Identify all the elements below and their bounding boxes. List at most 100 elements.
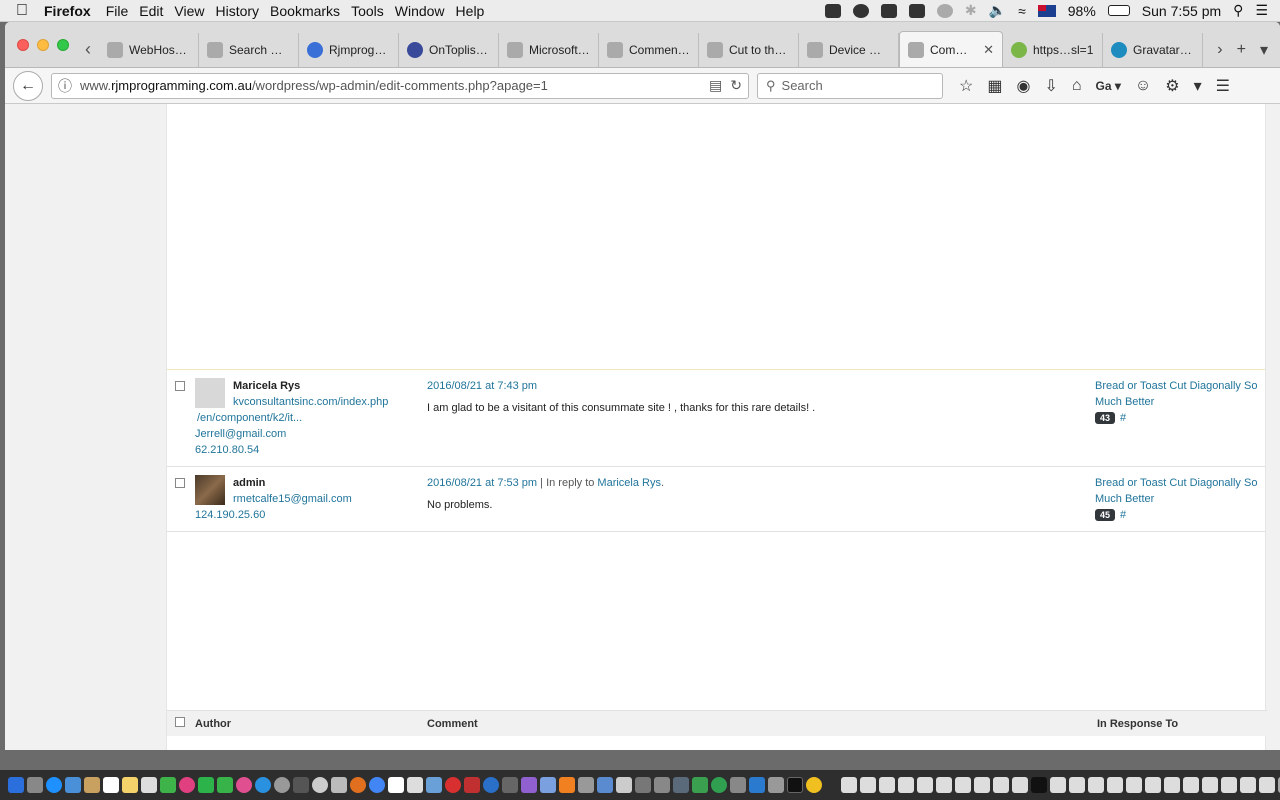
reminders-icon[interactable] [141, 777, 157, 793]
pocket-icon[interactable]: ◉ [1016, 76, 1030, 96]
app-icon[interactable] [597, 777, 613, 793]
menu-edit[interactable]: Edit [139, 3, 174, 19]
minimized-window-icon[interactable] [1164, 777, 1180, 793]
terminal-icon[interactable] [787, 777, 803, 793]
menu-view[interactable]: View [174, 3, 215, 19]
hamburger-menu-icon[interactable]: ☰ [1216, 76, 1230, 96]
minimized-window-icon[interactable] [860, 777, 876, 793]
bluetooth-icon[interactable]: ✱ [965, 2, 977, 19]
menu-app-firefox[interactable]: Firefox [44, 3, 102, 19]
minimized-window-icon[interactable] [1031, 777, 1047, 793]
search-input[interactable]: ⚲ Search [757, 72, 943, 99]
menu-file[interactable]: File [106, 3, 140, 19]
contacts-icon[interactable] [84, 777, 100, 793]
utility-icon[interactable] [293, 777, 309, 793]
minimized-window-icon[interactable] [1069, 777, 1085, 793]
minimized-window-icon[interactable] [993, 777, 1009, 793]
textedit-icon[interactable] [388, 777, 404, 793]
battery-percent[interactable]: 98% [1068, 3, 1096, 19]
author-email[interactable]: rmetcalfe15@gmail.com [195, 491, 427, 507]
maps-icon[interactable] [160, 777, 176, 793]
finder-icon[interactable] [8, 777, 24, 793]
comment-date[interactable]: 2016/08/21 at 7:43 pm [427, 378, 1095, 394]
bookmark-star-icon[interactable]: ☆ [959, 76, 973, 96]
vscode-icon[interactable] [749, 777, 765, 793]
menu-bookmarks[interactable]: Bookmarks [270, 3, 351, 19]
reload-icon[interactable]: ↻ [730, 77, 742, 94]
url-text[interactable]: www.rjmprogramming.com.au/wordpress/wp-a… [80, 78, 701, 93]
notes-icon[interactable] [122, 777, 138, 793]
column-header-in-response-to[interactable]: In Response To [1097, 718, 1267, 730]
crosshair-icon[interactable] [768, 777, 784, 793]
itunes-icon[interactable] [236, 777, 252, 793]
reader-view-icon[interactable]: ▤ [709, 77, 722, 94]
vlc-icon[interactable] [559, 777, 575, 793]
close-window-button[interactable] [17, 38, 29, 51]
tab-cut-to-the[interactable]: Cut to th… [699, 33, 799, 67]
xcode-icon[interactable] [426, 777, 442, 793]
minimized-window-icon[interactable] [879, 777, 895, 793]
author-url-continued[interactable]: /en/component/k2/it... [195, 410, 427, 426]
minimized-window-icon[interactable] [1145, 777, 1161, 793]
column-header-author[interactable]: Author [195, 718, 427, 730]
url-bar[interactable]: ⓘ www.rjmprogramming.com.au/wordpress/wp… [51, 72, 749, 99]
opera-icon[interactable] [445, 777, 461, 793]
menu-window[interactable]: Window [395, 3, 456, 19]
calendar-icon[interactable] [103, 777, 119, 793]
tab-device-manager[interactable]: Device M… [799, 33, 899, 67]
edge-icon[interactable] [483, 777, 499, 793]
time-machine-icon[interactable] [936, 3, 953, 18]
row-checkbox[interactable] [167, 475, 195, 523]
minimized-window-icon[interactable] [1012, 777, 1028, 793]
response-post-link[interactable]: Bread or Toast Cut Diagonally So Much Be… [1095, 475, 1265, 507]
response-post-link[interactable]: Bread or Toast Cut Diagonally So Much Be… [1095, 378, 1265, 410]
airplay-icon[interactable] [908, 3, 925, 18]
reply-to-link[interactable]: Maricela Rys [597, 477, 661, 489]
chrome-icon[interactable] [369, 777, 385, 793]
tab-search[interactable]: Search C… [199, 33, 299, 67]
site-info-icon[interactable]: ⓘ [58, 76, 72, 96]
app-store-icon[interactable] [255, 777, 271, 793]
comment-date[interactable]: 2016/08/21 at 7:53 pm [427, 477, 537, 489]
addon-icon[interactable]: ⚙ [1165, 76, 1179, 96]
vm-icon[interactable] [673, 777, 689, 793]
script-editor-icon[interactable] [407, 777, 423, 793]
minimized-window-icon[interactable] [955, 777, 971, 793]
tool-icon[interactable] [502, 777, 518, 793]
comment-count-badge[interactable]: 43 [1095, 412, 1116, 424]
package-icon[interactable] [635, 777, 651, 793]
list-all-tabs-icon[interactable]: ▾ [1260, 40, 1268, 60]
tab-https[interactable]: https…sl=1 [1003, 33, 1103, 67]
preview-icon[interactable] [331, 777, 347, 793]
profile-button[interactable]: Ga ▾ [1096, 79, 1121, 93]
android-studio-icon[interactable] [540, 777, 556, 793]
reading-list-icon[interactable]: ▦ [987, 76, 1002, 96]
android-icon[interactable] [692, 777, 708, 793]
menu-help[interactable]: Help [456, 3, 496, 19]
back-button[interactable]: ← [13, 70, 43, 101]
overflow-chevron-icon[interactable]: ▾ [1194, 76, 1202, 96]
star-app-icon[interactable] [521, 777, 537, 793]
home-icon[interactable]: ⌂ [1072, 77, 1082, 95]
zoom-window-button[interactable] [57, 38, 69, 51]
tab-gravatar[interactable]: Gravatar … [1103, 33, 1203, 67]
volume-icon[interactable]: 🔈 [989, 2, 1006, 19]
row-checkbox[interactable] [167, 378, 195, 458]
minimized-window-icon[interactable] [936, 777, 952, 793]
question-icon[interactable] [654, 777, 670, 793]
new-tab-icon[interactable]: + [1237, 41, 1246, 59]
record-status-icon[interactable] [852, 3, 869, 18]
emoji-addon-icon[interactable]: ☺ [1135, 77, 1151, 95]
firefox-icon[interactable] [350, 777, 366, 793]
post-permalink[interactable]: # [1120, 509, 1126, 521]
menu-history[interactable]: History [215, 3, 270, 19]
tab-webhost[interactable]: WebHost… [99, 33, 199, 67]
grid-status-icon[interactable] [824, 3, 841, 18]
mail-icon[interactable] [65, 777, 81, 793]
author-url[interactable]: kvconsultantsinc.com/index.php [195, 394, 427, 410]
tab-comments-active[interactable]: Com… ✕ [899, 31, 1003, 67]
minimize-window-button[interactable] [37, 38, 49, 51]
minimized-window-icon[interactable] [1107, 777, 1123, 793]
facetime-icon[interactable] [217, 777, 233, 793]
spotlight-search-icon[interactable]: ⚲ [1233, 2, 1243, 19]
